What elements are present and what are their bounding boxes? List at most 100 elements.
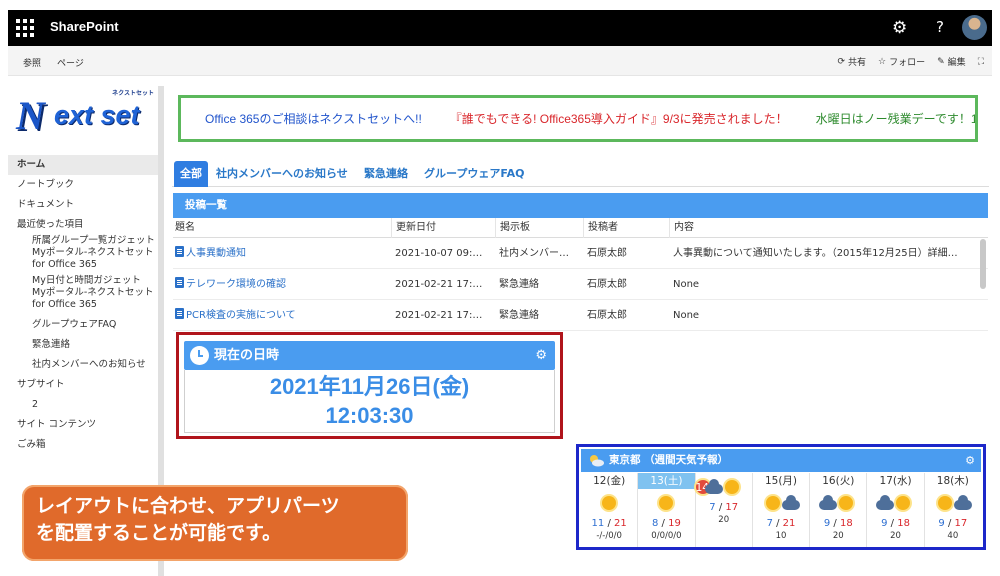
focus-mode-icon[interactable]: ⛶ <box>978 57 984 67</box>
star-icon: ☆ <box>878 56 887 67</box>
logo-text: ext set <box>54 100 140 130</box>
share-button[interactable]: ⟳ 共有 <box>837 55 866 69</box>
col-author[interactable]: 投稿者 <box>583 218 669 238</box>
weather-day: 12(金) 11 / 21 -/-/0/0 <box>581 473 639 547</box>
high-temp: 17 <box>725 502 739 513</box>
announcement-banner: Office 365のご相談はネクストセットへ!! 『誰でもできる! Offic… <box>178 95 978 142</box>
nav-sub-line: Myポータル-ネクストセット <box>32 247 154 258</box>
nav-sub-line: for Office 365 <box>32 259 97 270</box>
nav-member-notice[interactable]: 社内メンバーへのお知らせ <box>8 355 158 375</box>
temp-separator: / <box>830 518 840 529</box>
banner-message-3[interactable]: 水曜日はノー残業デーです！18:00に帰宅 <box>816 110 975 127</box>
nav-sub-line: for Office 365 <box>32 299 97 310</box>
weather-day: 17(水) 9 / 18 20 <box>867 473 925 547</box>
rain-probability: 20 <box>718 515 730 525</box>
temp-separator: / <box>772 518 783 529</box>
sun-icon <box>896 496 911 510</box>
page-tab[interactable]: ページ <box>57 56 84 69</box>
tab-all[interactable]: 全部 <box>174 161 208 187</box>
tab-emergency[interactable]: 緊急連絡 <box>358 161 414 187</box>
edit-button[interactable]: ✎ 編集 <box>937 55 966 69</box>
help-icon[interactable]: ? <box>936 18 944 36</box>
posts-table: 題名 更新日付 掲示板 投稿者 内容 人事異動通知 2021-10-07 09:… <box>173 218 988 331</box>
weather-icon-group <box>867 489 923 517</box>
nav-recent-item-group-gadget[interactable]: 所属グループ一覧ガジェット Myポータル-ネクストセット for Office … <box>8 235 158 271</box>
site-logo[interactable]: ネクストセット N ext set <box>14 88 154 138</box>
weather-temperature: 8 / 19 <box>638 517 694 530</box>
table-row[interactable]: 人事異動通知 2021-10-07 09:… 社内メンバー… 石原太郎 人事異動… <box>173 238 988 269</box>
weather-temperature: 9 / 17 <box>925 517 981 530</box>
follow-button[interactable]: ☆ フォロー <box>878 55 925 69</box>
col-content[interactable]: 内容 <box>669 218 977 238</box>
weather-icon-group <box>581 489 637 517</box>
nav-groupware-faq[interactable]: グループウェアFAQ <box>8 315 158 335</box>
posts-header: 投稿一覧 <box>173 193 988 218</box>
nav-documents[interactable]: ドキュメント <box>8 195 158 215</box>
temp-separator: / <box>604 518 614 529</box>
nav-site-contents[interactable]: サイト コンテンツ <box>8 415 158 435</box>
post-board: 緊急連絡 <box>499 279 539 290</box>
weather-settings-gear-icon[interactable]: ⚙ <box>965 449 975 472</box>
post-title-link[interactable]: PCR検査の実施について <box>175 300 389 331</box>
annotation-callout: レイアウトに合わせ、アプリパーツ を配置することが可能です。 <box>22 485 408 561</box>
datetime-title: 現在の日時 <box>214 348 280 363</box>
clock-icon <box>190 346 209 365</box>
app-launcher-icon[interactable] <box>16 19 34 37</box>
cloud-icon <box>819 495 838 510</box>
settings-gear-icon[interactable]: ⚙ <box>892 18 907 38</box>
col-title[interactable]: 題名 <box>175 218 389 238</box>
post-date: 2021-10-07 09:… <box>395 248 483 259</box>
col-board[interactable]: 掲示板 <box>495 218 581 238</box>
banner-message-2[interactable]: 『誰でもできる! Office365導入ガイド』9/3に発売されました！ <box>450 110 788 127</box>
browse-tab[interactable]: 参照 <box>23 56 41 69</box>
tab-member-notice[interactable]: 社内メンバーへのお知らせ <box>210 161 354 187</box>
table-row[interactable]: テレワーク環境の確認 2021-02-21 17:… 緊急連絡 石原太郎 Non… <box>173 269 988 300</box>
high-temp: 18 <box>839 518 853 529</box>
weather-temperature: 9 / 18 <box>867 517 923 530</box>
weather-day: 13(土) 8 / 19 0/0/0/0 <box>638 473 696 547</box>
post-title-link[interactable]: 人事異動通知 <box>175 238 389 269</box>
post-title-link[interactable]: テレワーク環境の確認 <box>175 269 389 300</box>
cloud-icon <box>953 495 972 510</box>
weather-temperature: 11 / 21 <box>581 517 637 530</box>
nav-subsite[interactable]: サブサイト <box>8 375 158 395</box>
tab-groupware-faq[interactable]: グループウェアFAQ <box>418 161 530 187</box>
widget-settings-gear-icon[interactable]: ⚙ <box>535 341 547 370</box>
cloud-icon <box>704 479 723 494</box>
weather-header: 東京都 （週間天気予報） ⚙ <box>581 449 981 472</box>
nav-home[interactable]: ホーム <box>8 155 158 175</box>
post-author: 石原太郎 <box>587 248 627 259</box>
table-scrollbar[interactable] <box>980 239 986 289</box>
post-content: None <box>673 310 700 321</box>
sun-icon <box>839 496 854 510</box>
weather-day-label: 15(月) <box>764 475 798 487</box>
app-title[interactable]: SharePoint <box>50 19 119 34</box>
nav-recycle-bin[interactable]: ごみ箱 <box>8 435 158 455</box>
nav-recent[interactable]: 最近使った項目 <box>8 215 158 235</box>
weather-icon-group <box>810 489 866 517</box>
rain-probability: 20 <box>832 531 844 541</box>
high-temp: 17 <box>954 518 968 529</box>
suite-bar: SharePoint ⚙ ? <box>8 10 992 46</box>
banner-message-1[interactable]: Office 365のご相談はネクストセットへ!! <box>205 110 422 127</box>
sun-icon <box>765 496 780 510</box>
current-date: 2021年11月26日(金) <box>269 374 470 399</box>
nav-notebook[interactable]: ノートブック <box>8 175 158 195</box>
sun-icon <box>602 496 616 510</box>
temp-separator: / <box>658 518 669 529</box>
left-navigation: ホーム ノートブック ドキュメント 最近使った項目 所属グループ一覧ガジェット … <box>8 155 158 455</box>
document-icon <box>175 277 184 288</box>
table-header: 題名 更新日付 掲示板 投稿者 内容 <box>173 218 988 238</box>
nav-recent-item-date-gadget[interactable]: My日付と時間ガジェット Myポータル-ネクストセット for Office 3… <box>8 275 158 311</box>
weather-temperature: 7 / 21 <box>753 517 809 530</box>
weather-day-label: 16(火) <box>822 475 855 487</box>
sun-icon <box>937 496 952 510</box>
weather-day: 15(月) 7 / 21 10 <box>753 473 811 547</box>
table-row[interactable]: PCR検査の実施について 2021-02-21 17:… 緊急連絡 石原太郎 N… <box>173 300 988 331</box>
post-date: 2021-02-21 17:… <box>395 310 483 321</box>
nav-emergency[interactable]: 緊急連絡 <box>8 335 158 355</box>
col-date[interactable]: 更新日付 <box>391 218 495 238</box>
avatar[interactable] <box>962 15 987 40</box>
logo-katakana: ネクストセット <box>112 90 154 97</box>
sun-icon <box>724 480 739 494</box>
